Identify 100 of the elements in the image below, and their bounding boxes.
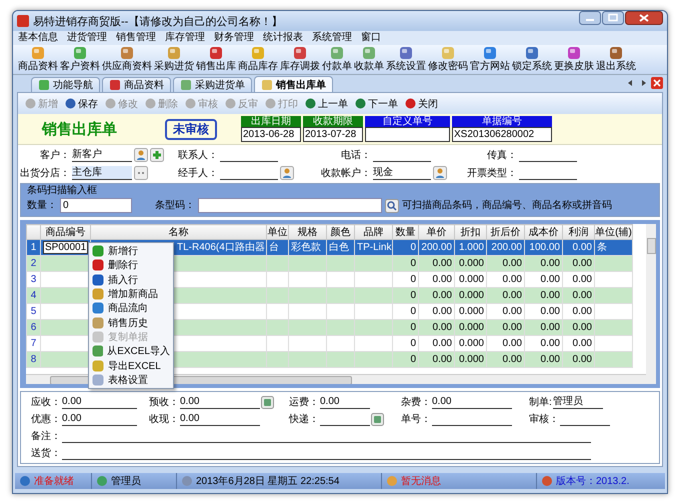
table-cell: 0.000 [458,258,484,269]
input-field[interactable]: 新客户 [72,148,132,162]
menu-item[interactable]: 进货管理 [67,32,107,44]
cell-editor[interactable]: SP00001 [43,241,88,254]
column-header[interactable]: 规格 [288,224,326,240]
add-icon[interactable] [150,148,164,162]
table-cell: 0.00 [432,258,452,269]
quantity-field[interactable]: 0 [60,198,132,213]
close-icon[interactable] [625,11,663,25]
row-number: 4 [30,290,36,301]
toolbar-button[interactable]: 采购进货 [153,45,195,74]
menu-item[interactable]: 系统管理 [312,32,352,44]
menu-item[interactable]: 商品流向 [89,301,173,316]
toolbar-button[interactable]: 销售出库 [195,45,237,74]
column-header[interactable]: 成本价 [524,224,562,240]
tab[interactable]: 商品资料 [102,77,171,92]
table-cell: 条 [597,242,607,253]
search-icon[interactable] [385,198,399,212]
toolbar-button[interactable]: 官方网站 [469,45,511,74]
input-field[interactable]: 0.00 [432,395,512,409]
toolbar-button[interactable]: 收款单 [353,45,385,74]
menu-item[interactable]: 从EXCEL导入 [89,344,173,358]
column-header[interactable]: 折扣 [454,224,486,240]
person-icon[interactable] [280,166,294,180]
column-header[interactable]: 商品编号 [40,224,90,240]
input-field[interactable]: XS201306280002 [452,127,552,142]
field-label: 备注： [31,430,61,442]
menu-item[interactable]: 窗口 [361,32,381,44]
field-label: 条型码： [155,199,195,212]
menu-item[interactable]: 导出EXCEL [89,358,173,373]
minimize-icon[interactable] [579,11,601,25]
column-header[interactable]: 单价 [418,224,454,240]
tab[interactable]: 采购进货单 [173,77,252,92]
column-header[interactable]: 利润 [562,224,594,240]
tile-icon [92,330,104,343]
input-field[interactable]: 0.00 [180,395,260,409]
menu-item[interactable]: 库存管理 [165,32,205,44]
column-header[interactable]: 数量 [392,224,418,240]
tile-icon [92,288,104,300]
toolbar-button[interactable]: 更换皮肤 [553,45,595,74]
table-cell: 0.00 [432,354,452,365]
toolbar-button[interactable]: 库存调拨 [279,45,321,74]
toolbar-button[interactable]: 系统设置 [385,45,427,74]
row-number: 3 [30,274,36,285]
input-field[interactable]: 管理员 [552,395,603,409]
toolbar-button[interactable]: 商品库存 [237,45,279,74]
maximize-icon[interactable] [602,11,624,25]
input-field[interactable]: 0.00 [180,412,260,426]
toolbar-button[interactable]: 锁定系统 [511,45,553,74]
column-header[interactable]: 品牌 [354,224,392,240]
menu-item[interactable]: 基本信息 [18,32,58,44]
input-field[interactable]: 2013-07-28 [303,127,363,142]
row-number: 8 [30,354,36,365]
table-cell: TP-Link [357,242,392,253]
menu-item[interactable]: 统计报表 [263,32,303,44]
round-icon [265,98,276,109]
tile-icon [293,46,307,60]
action-button[interactable]: 下一单 [354,96,399,110]
menu-item[interactable]: 销售管理 [116,32,156,44]
table-cell: 0.00 [540,290,560,301]
toolbar-button[interactable]: 商品资料 [17,45,59,74]
toolbar-button[interactable]: 退出系统 [595,45,637,74]
column-header[interactable]: 颜色 [326,224,354,240]
input-field[interactable]: 0.00 [62,412,137,426]
menu-item[interactable]: 表格设置 [89,372,173,387]
toolbar-button[interactable]: 修改密码 [427,45,469,74]
person-icon[interactable] [134,148,148,162]
input-field[interactable] [365,127,450,142]
menu-item[interactable]: 销售历史 [89,315,173,330]
action-button[interactable]: 保存 [64,96,99,110]
column-header[interactable]: 单位(辅) [594,224,632,240]
menu-item[interactable]: 新增行 [89,244,173,258]
ellipsis-icon[interactable] [134,166,148,180]
input-field[interactable]: 0.00 [320,395,370,409]
tab[interactable]: 销售出库单 [254,76,333,92]
input-field[interactable]: 主仓库 [72,166,132,180]
scroll-arrows-icon[interactable] [626,78,648,88]
person-icon[interactable] [433,166,447,180]
tile-icon[interactable] [371,412,384,426]
input-field[interactable]: 2013-06-28 [241,127,301,142]
input-field[interactable]: 现金 [373,166,431,180]
field-label: 送货： [31,446,61,460]
column-header[interactable]: 折后价 [486,224,524,240]
column-header[interactable]: 名称 [90,224,266,240]
tile-icon[interactable] [261,396,274,408]
toolbar-button[interactable]: 供应商资料 [101,45,153,74]
status-text: 管理员 [111,475,141,488]
toolbar-button[interactable]: 付款单 [321,45,353,74]
action-button[interactable]: 上一单 [304,96,349,110]
barcode-field[interactable] [198,198,382,213]
menu-item[interactable]: 财务管理 [214,32,254,44]
close-icon[interactable] [651,77,663,89]
column-header[interactable]: 单位 [266,224,288,240]
tab[interactable]: 功能导航 [31,77,100,92]
status-text: 准备就绪 [34,474,74,488]
action-button[interactable]: 关闭 [404,96,439,110]
vertical-scrollbar[interactable] [646,224,656,384]
input-field[interactable]: 0.00 [62,395,137,409]
table-cell: 0.00 [572,290,592,301]
toolbar-button[interactable]: 客户资料 [59,45,101,74]
